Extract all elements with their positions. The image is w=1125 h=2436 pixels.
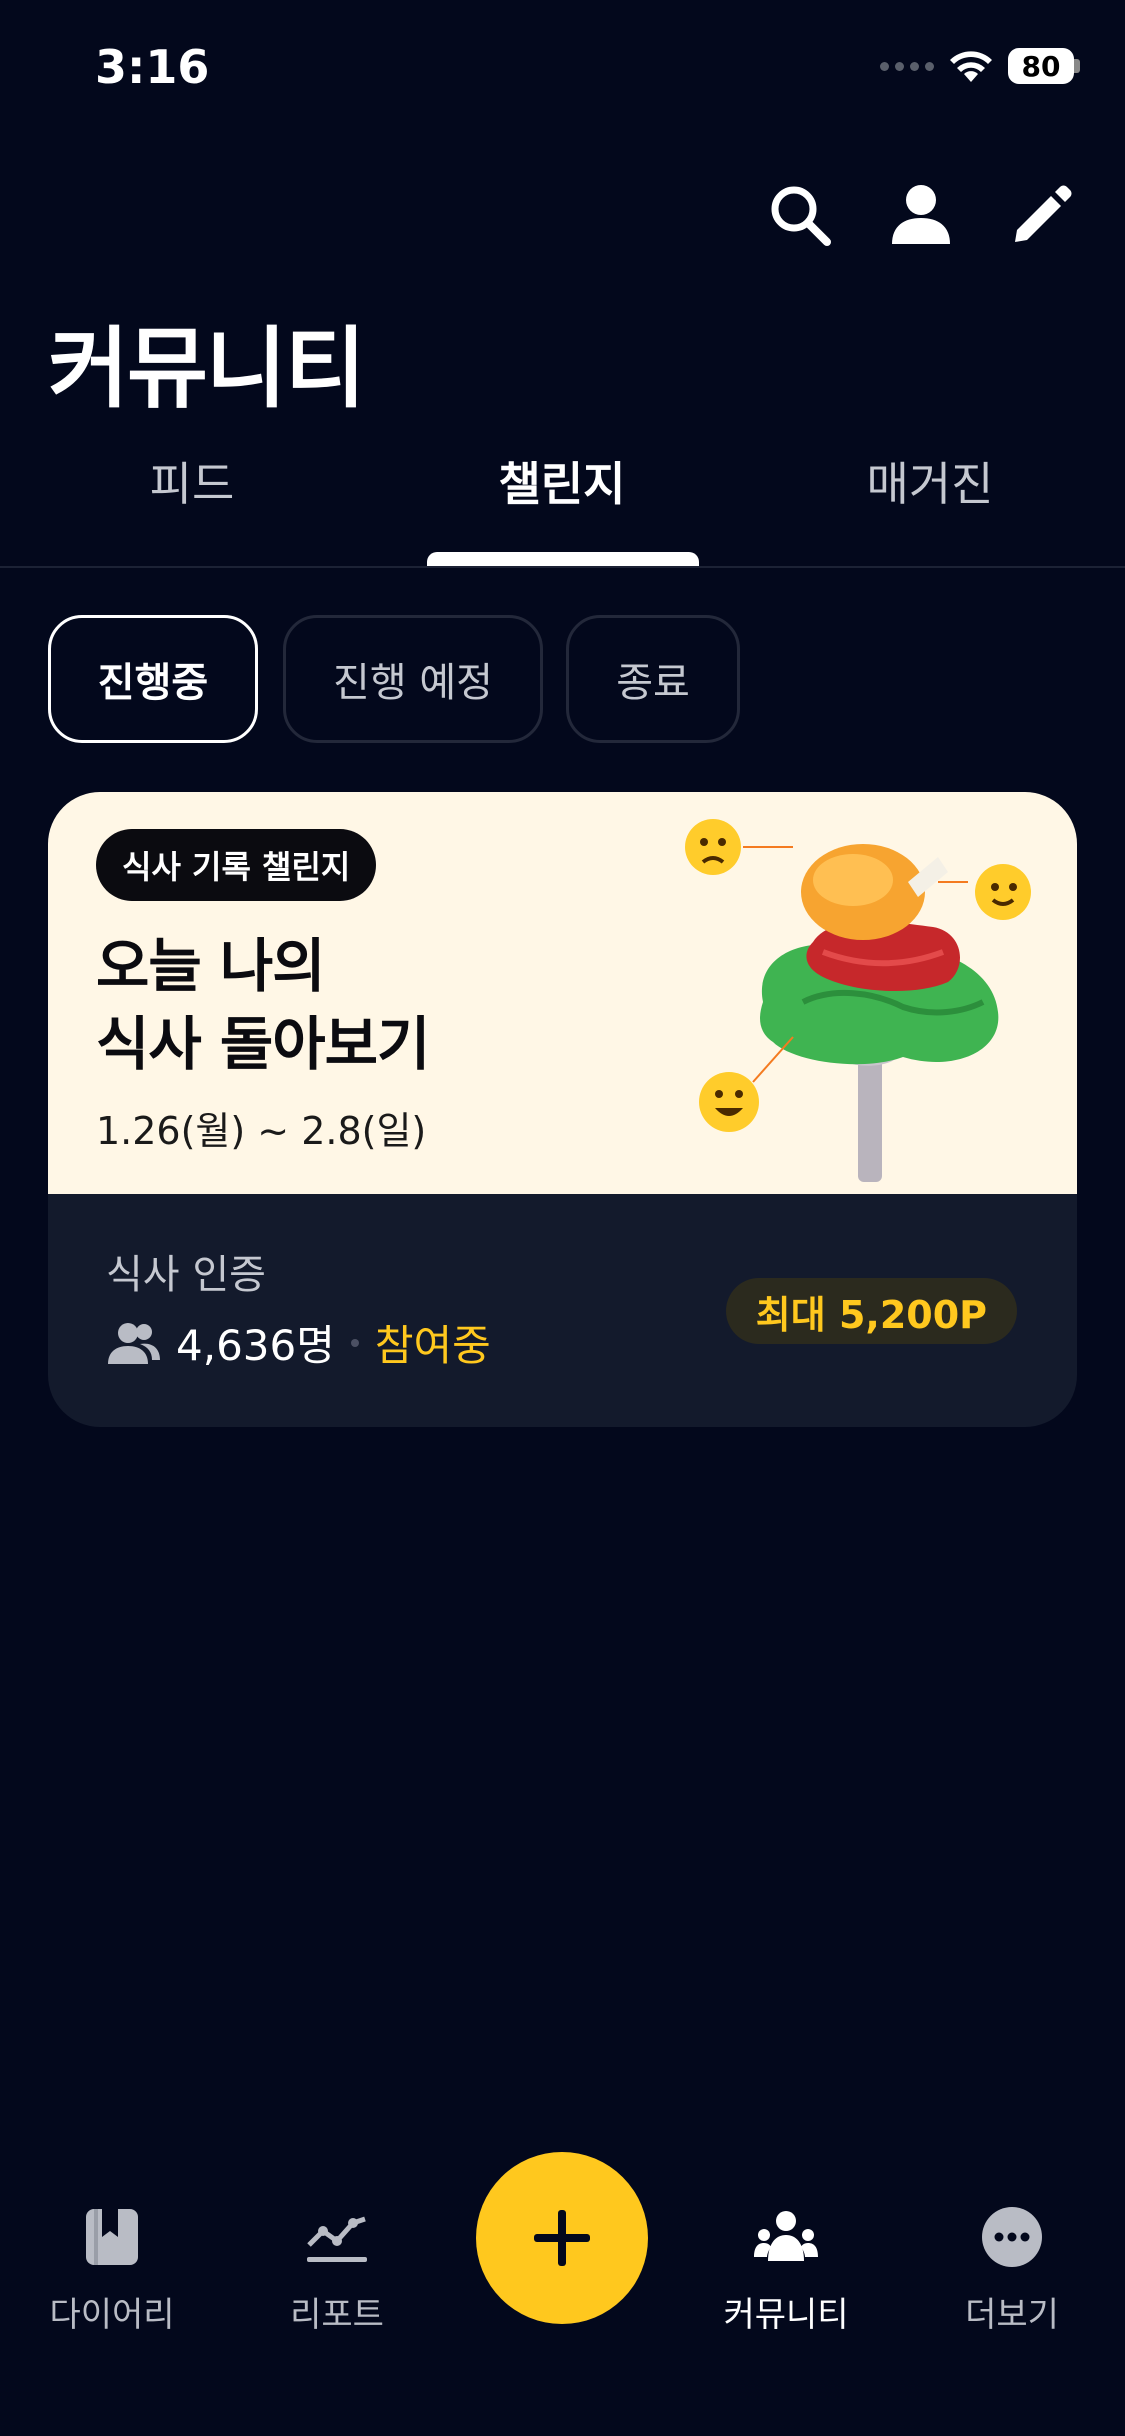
nav-label-community: 커뮤니티: [723, 2295, 849, 2335]
participants-icon: [108, 1322, 160, 1364]
challenge-category-badge: 식사 기록 챌린지: [96, 829, 377, 901]
add-record-button[interactable]: [476, 2152, 648, 2324]
challenge-meta: 4,636명 참여중: [106, 1312, 491, 1373]
tab-magazine[interactable]: 매거진: [867, 448, 994, 514]
diary-icon: [86, 2209, 138, 2265]
nav-label-report: 리포트: [290, 2295, 384, 2335]
challenge-banner: 식사 기록 챌린지 오늘 나의 식사 돌아보기 1.26(월) ~ 2.8(일): [48, 792, 1077, 1194]
filter-upcoming[interactable]: 진행 예정: [283, 615, 543, 743]
tab-challenge[interactable]: 챌린지: [499, 448, 626, 514]
challenge-title: 오늘 나의 식사 돌아보기: [96, 927, 430, 1083]
challenge-subtitle: 식사 인증: [106, 1252, 266, 1298]
nav-more[interactable]: 더보기: [922, 2205, 1102, 2336]
tab-bar: 피드 챌린지 매거진: [0, 420, 1125, 568]
participant-count: 4,636명: [176, 1321, 335, 1370]
nav-community[interactable]: 커뮤니티: [696, 2205, 876, 2336]
reward-badge: 최대 5,200P: [725, 1278, 1017, 1344]
profile-icon[interactable]: [886, 180, 956, 250]
separator-dot: [350, 1338, 359, 1347]
edit-icon[interactable]: [1005, 180, 1075, 250]
report-icon: [307, 2216, 367, 2262]
nav-label-more: 더보기: [965, 2295, 1059, 2335]
status-indicators: 80: [880, 48, 1080, 84]
nav-diary[interactable]: 다이어리: [22, 2205, 202, 2336]
filter-ended[interactable]: 종료: [566, 615, 740, 743]
nav-label-diary: 다이어리: [49, 2295, 175, 2335]
challenge-card[interactable]: 식사 기록 챌린지 오늘 나의 식사 돌아보기 1.26(월) ~ 2.8(일): [48, 792, 1077, 1427]
battery-icon: 80: [1008, 48, 1074, 84]
active-tab-indicator: [427, 552, 699, 566]
search-icon[interactable]: [765, 180, 835, 250]
community-icon: [754, 2211, 818, 2261]
challenge-title-line2: 식사 돌아보기: [96, 1010, 430, 1078]
more-icon: [982, 2207, 1042, 2267]
filter-ongoing[interactable]: 진행중: [48, 615, 258, 743]
participation-status: 참여중: [374, 1321, 491, 1370]
wifi-icon: [950, 51, 992, 82]
tab-feed[interactable]: 피드: [150, 448, 235, 514]
challenge-date-range: 1.26(월) ~ 2.8(일): [96, 1109, 427, 1153]
plus-icon: [534, 2210, 590, 2266]
challenge-title-line1: 오늘 나의: [96, 932, 326, 1000]
status-time: 3:16: [95, 40, 210, 94]
signal-icon: [880, 61, 934, 71]
food-fork-illustration: [685, 819, 1031, 1182]
nav-report[interactable]: 리포트: [247, 2205, 427, 2336]
page-title: 커뮤니티: [48, 317, 366, 420]
